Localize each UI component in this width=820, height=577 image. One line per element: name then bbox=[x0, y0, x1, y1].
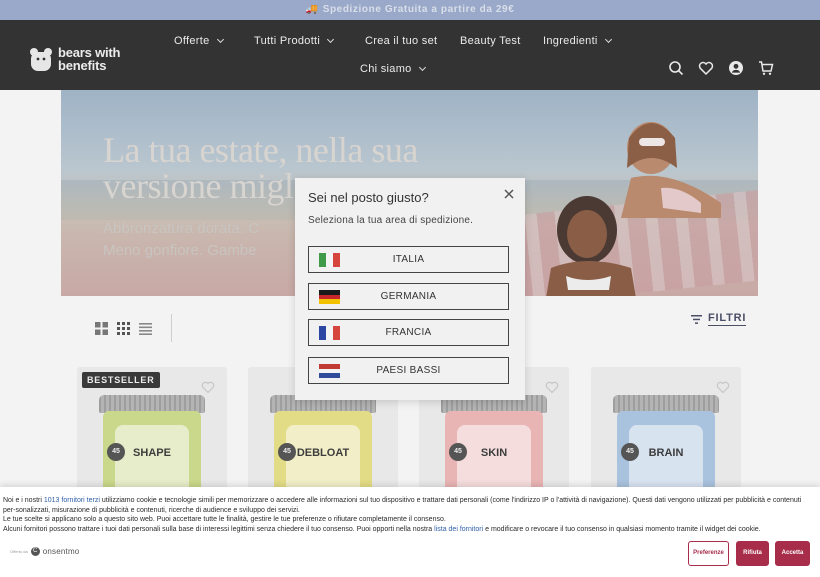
cookie-accept-button[interactable]: Accetta bbox=[775, 541, 810, 566]
vendor-list-link[interactable]: lista dei fornitori bbox=[434, 526, 483, 533]
cookie-banner: Noi e i nostri 1013 fornitori terzi util… bbox=[0, 487, 820, 577]
third-party-vendors-link[interactable]: 1013 fornitori terzi bbox=[44, 497, 100, 504]
modal-subtitle: Seleziona la tua area di spedizione. bbox=[308, 215, 474, 226]
modal-title: Sei nel posto giusto? bbox=[308, 190, 429, 205]
shipping-region-modal: Sei nel posto giusto? Seleziona la tua a… bbox=[295, 178, 525, 400]
consentmo-branding: Offerto da C onsentmo bbox=[10, 547, 80, 556]
country-option-italia[interactable]: ITALIA bbox=[308, 246, 509, 273]
cookie-reject-button[interactable]: Rifiuta bbox=[736, 541, 769, 566]
consentmo-logo-icon: C bbox=[30, 547, 40, 556]
cookie-preferences-button[interactable]: Preferenze bbox=[688, 541, 729, 566]
close-icon[interactable] bbox=[503, 188, 515, 200]
country-option-paesi-bassi[interactable]: PAESI BASSI bbox=[308, 357, 509, 384]
country-option-francia[interactable]: FRANCIA bbox=[308, 319, 509, 346]
country-option-germania[interactable]: GERMANIA bbox=[308, 283, 509, 310]
cookie-text: Noi e i nostri 1013 fornitori terzi util… bbox=[3, 497, 802, 533]
